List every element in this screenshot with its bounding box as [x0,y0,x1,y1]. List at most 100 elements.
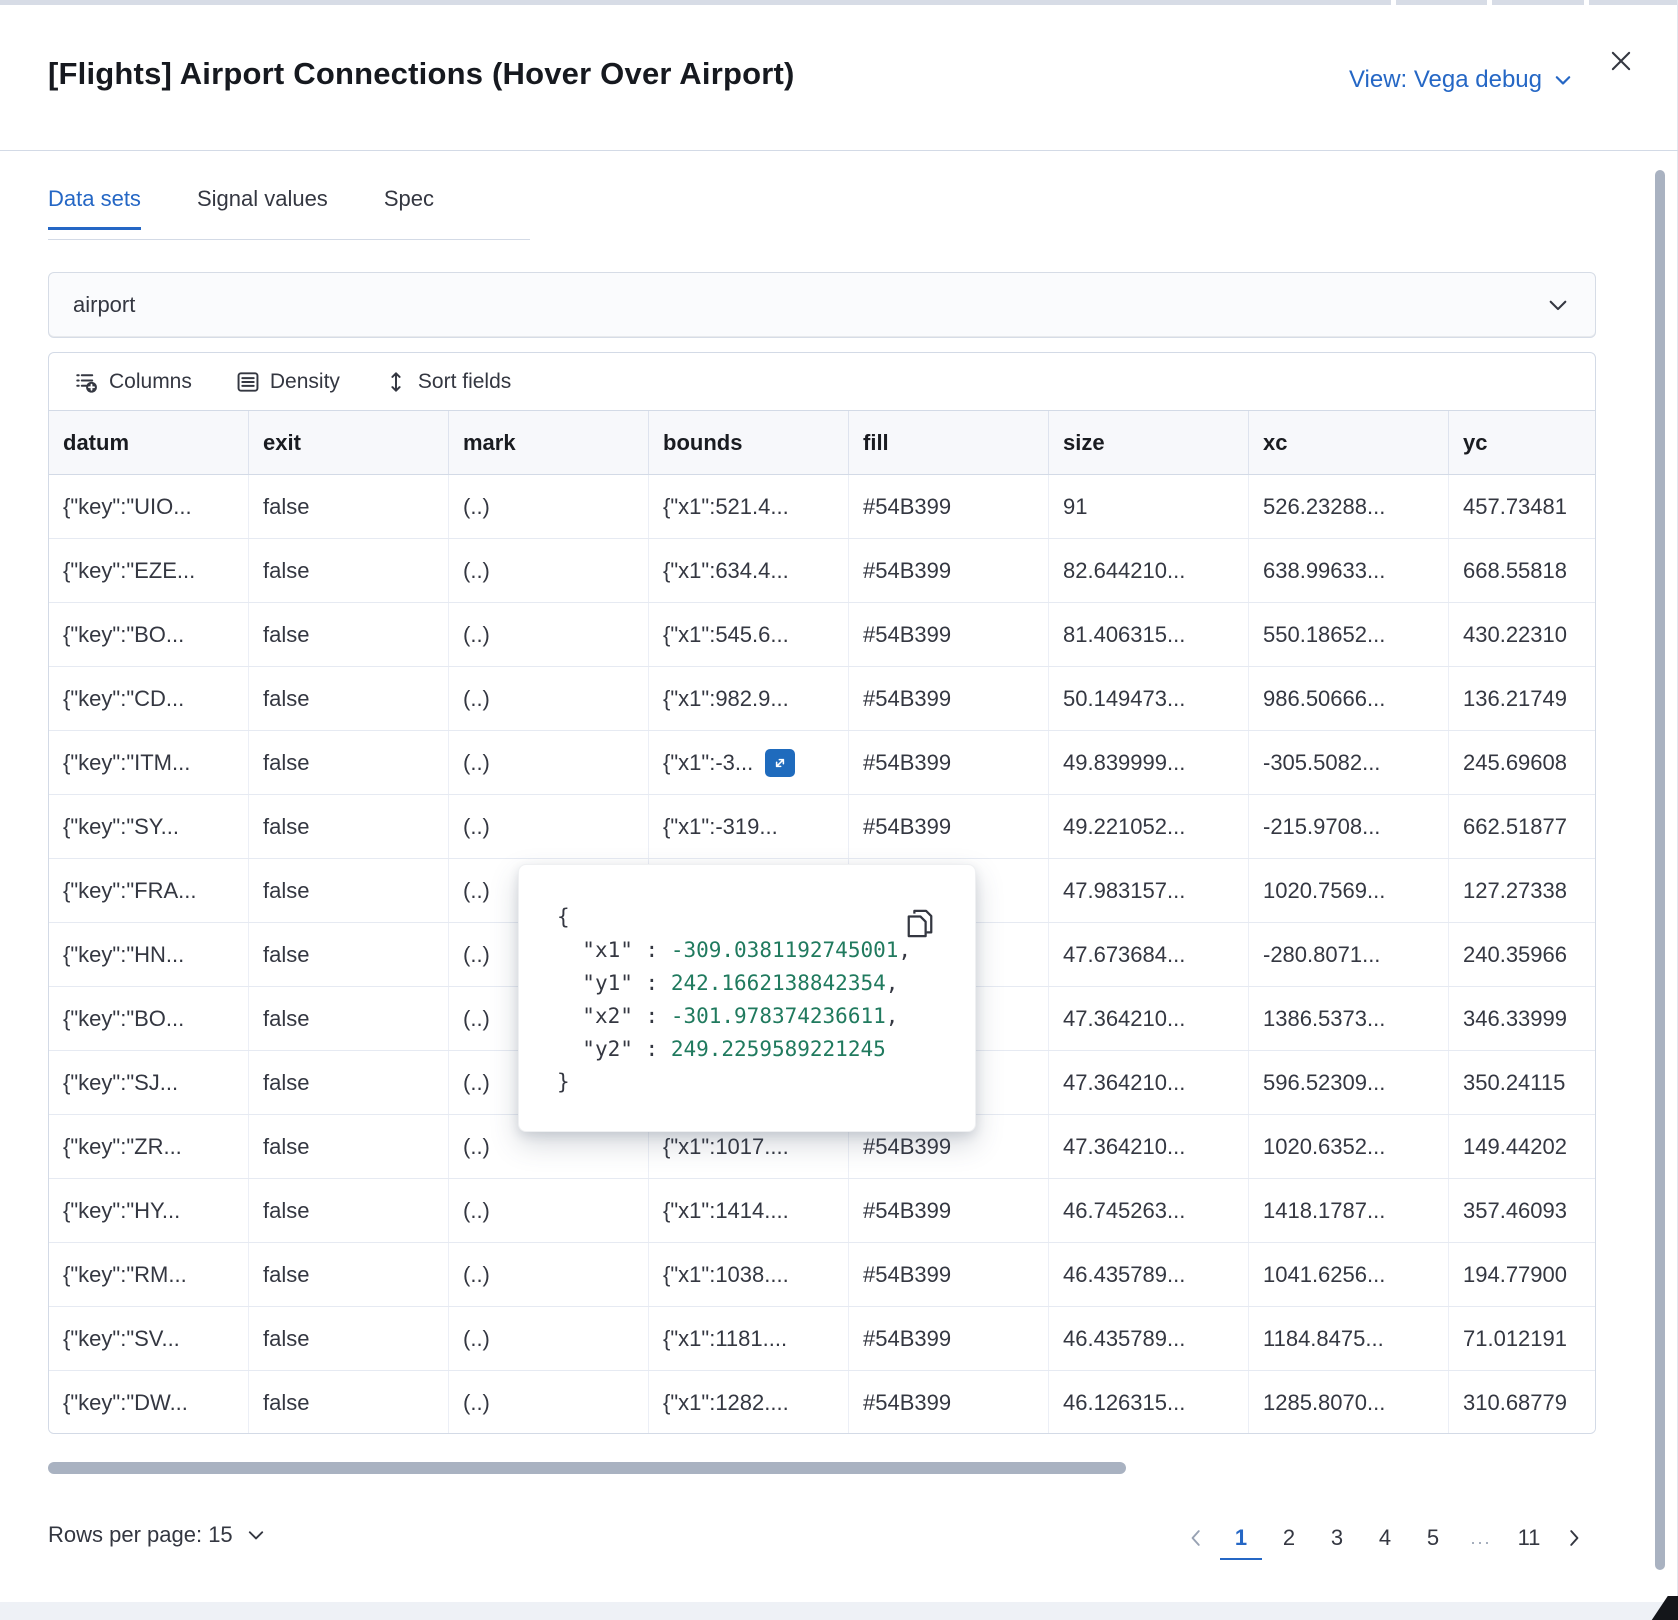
cell-xc[interactable]: 550.18652... [1249,603,1449,666]
cell-exit[interactable]: false [249,1051,449,1114]
cell-size[interactable]: 46.126315... [1049,1371,1249,1434]
cell-xc[interactable]: 1285.8070... [1249,1371,1449,1434]
cell-size[interactable]: 47.364210... [1049,987,1249,1050]
cell-exit[interactable]: false [249,987,449,1050]
cell-yc[interactable]: 357.46093 [1449,1179,1596,1242]
cell-size[interactable]: 46.745263... [1049,1179,1249,1242]
tab-data-sets[interactable]: Data sets [48,186,141,230]
copy-icon[interactable] [905,907,935,939]
cell-mark[interactable]: (..) [449,795,649,858]
cell-size[interactable]: 81.406315... [1049,603,1249,666]
cell-size[interactable]: 46.435789... [1049,1243,1249,1306]
cell-xc[interactable]: 1020.6352... [1249,1115,1449,1178]
cell-mark[interactable]: (..) [449,1179,649,1242]
cell-fill[interactable]: #54B399 [849,539,1049,602]
tab-signal-values[interactable]: Signal values [197,186,328,230]
expand-cell-button[interactable] [765,749,795,777]
page-button-11[interactable]: 11 [1508,1516,1550,1560]
page-button-1[interactable]: 1 [1220,1516,1262,1560]
cell-bounds[interactable]: {"x1":-3... [649,731,849,794]
cell-bounds[interactable]: {"x1":1282.... [649,1371,849,1434]
cell-size[interactable]: 47.364210... [1049,1051,1249,1114]
cell-fill[interactable]: #54B399 [849,603,1049,666]
cell-bounds[interactable]: {"x1":521.4... [649,475,849,538]
dataset-select[interactable]: airport [48,272,1596,338]
cell-xc[interactable]: -215.9708... [1249,795,1449,858]
tab-spec[interactable]: Spec [384,186,434,230]
cell-xc[interactable]: 526.23288... [1249,475,1449,538]
cell-datum[interactable]: {"key":"SJ... [49,1051,249,1114]
column-header-yc[interactable]: yc [1449,411,1596,474]
cell-datum[interactable]: {"key":"FRA... [49,859,249,922]
cell-bounds[interactable]: {"x1":545.6... [649,603,849,666]
cell-size[interactable]: 49.839999... [1049,731,1249,794]
cell-datum[interactable]: {"key":"RM... [49,1243,249,1306]
cell-fill[interactable]: #54B399 [849,1371,1049,1434]
cell-yc[interactable]: 245.69608 [1449,731,1596,794]
page-button-5[interactable]: 5 [1412,1516,1454,1560]
cell-xc[interactable]: 1386.5373... [1249,987,1449,1050]
cell-fill[interactable]: #54B399 [849,1179,1049,1242]
cell-size[interactable]: 82.644210... [1049,539,1249,602]
column-header-size[interactable]: size [1049,411,1249,474]
cell-yc[interactable]: 668.55818 [1449,539,1596,602]
cell-size[interactable]: 46.435789... [1049,1307,1249,1370]
cell-mark[interactable]: (..) [449,475,649,538]
vertical-scrollbar[interactable] [1655,170,1665,1570]
cell-bounds[interactable]: {"x1":1181.... [649,1307,849,1370]
cell-exit[interactable]: false [249,1179,449,1242]
cell-exit[interactable]: false [249,1115,449,1178]
cell-yc[interactable]: 149.44202 [1449,1115,1596,1178]
cell-exit[interactable]: false [249,923,449,986]
cell-exit[interactable]: false [249,667,449,730]
cell-bounds[interactable]: {"x1":982.9... [649,667,849,730]
cell-datum[interactable]: {"key":"CD... [49,667,249,730]
cell-mark[interactable]: (..) [449,1307,649,1370]
cell-size[interactable]: 50.149473... [1049,667,1249,730]
cell-datum[interactable]: {"key":"DW... [49,1371,249,1434]
cell-xc[interactable]: 986.50666... [1249,667,1449,730]
cell-xc[interactable]: 1184.8475... [1249,1307,1449,1370]
column-header-datum[interactable]: datum [49,411,249,474]
cell-fill[interactable]: #54B399 [849,475,1049,538]
cell-fill[interactable]: #54B399 [849,795,1049,858]
cell-exit[interactable]: false [249,1243,449,1306]
cell-exit[interactable]: false [249,539,449,602]
cell-yc[interactable]: 136.21749 [1449,667,1596,730]
cell-bounds[interactable]: {"x1":1414.... [649,1179,849,1242]
cell-yc[interactable]: 457.73481 [1449,475,1596,538]
column-header-fill[interactable]: fill [849,411,1049,474]
cell-mark[interactable]: (..) [449,603,649,666]
page-button-3[interactable]: 3 [1316,1516,1358,1560]
cell-xc[interactable]: -280.8071... [1249,923,1449,986]
cell-mark[interactable]: (..) [449,539,649,602]
cell-yc[interactable]: 71.012191 [1449,1307,1596,1370]
cell-yc[interactable]: 350.24115 [1449,1051,1596,1114]
cell-datum[interactable]: {"key":"ITM... [49,731,249,794]
horizontal-scrollbar[interactable] [48,1462,1126,1474]
page-button-2[interactable]: 2 [1268,1516,1310,1560]
column-header-mark[interactable]: mark [449,411,649,474]
cell-fill[interactable]: #54B399 [849,1243,1049,1306]
cell-yc[interactable]: 346.33999 [1449,987,1596,1050]
view-selector[interactable]: View: Vega debug [1349,66,1574,94]
cell-exit[interactable]: false [249,1307,449,1370]
page-button-4[interactable]: 4 [1364,1516,1406,1560]
cell-yc[interactable]: 430.22310 [1449,603,1596,666]
cell-xc[interactable]: 1020.7569... [1249,859,1449,922]
cell-datum[interactable]: {"key":"HY... [49,1179,249,1242]
column-header-exit[interactable]: exit [249,411,449,474]
cell-mark[interactable]: (..) [449,1371,649,1434]
cell-yc[interactable]: 662.51877 [1449,795,1596,858]
cell-size[interactable]: 47.364210... [1049,1115,1249,1178]
cell-yc[interactable]: 127.27338 [1449,859,1596,922]
cell-exit[interactable]: false [249,731,449,794]
cell-xc[interactable]: 638.99633... [1249,539,1449,602]
rows-per-page-button[interactable]: Rows per page: 15 [48,1522,267,1548]
cell-bounds[interactable]: {"x1":-319... [649,795,849,858]
cell-exit[interactable]: false [249,475,449,538]
density-button[interactable]: Density [236,370,340,394]
cell-mark[interactable]: (..) [449,667,649,730]
columns-button[interactable]: Columns [75,370,192,394]
cell-bounds[interactable]: {"x1":1038.... [649,1243,849,1306]
